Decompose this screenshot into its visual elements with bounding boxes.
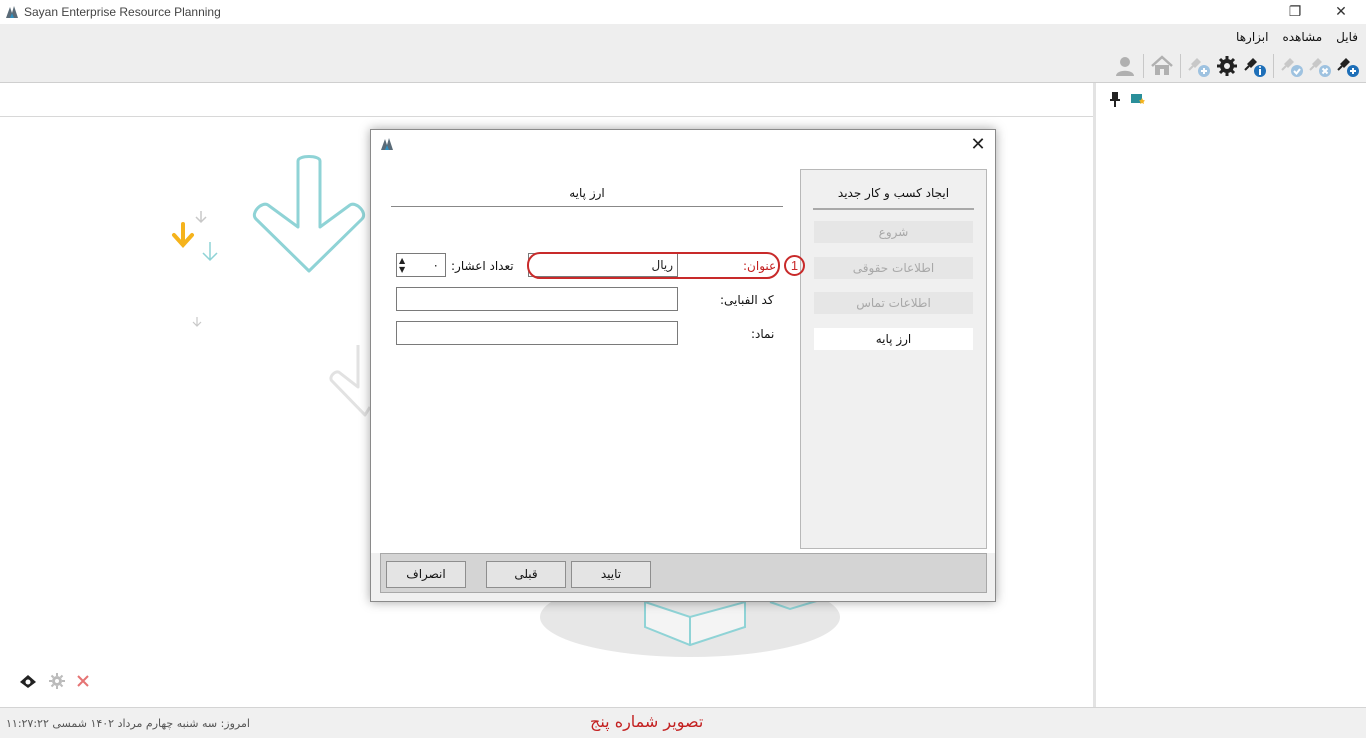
code-input[interactable] xyxy=(396,287,678,311)
toolbar-separator xyxy=(1143,54,1144,78)
bottom-left-tools xyxy=(18,672,90,690)
dialog-body: ایجاد کسب و کار جدید شروع اطلاعات حقوقی … xyxy=(371,160,995,553)
gear-icon[interactable] xyxy=(1215,54,1239,78)
symbol-input[interactable] xyxy=(396,321,678,345)
code-label: کد الفبایی: xyxy=(720,293,774,307)
wizard-title: ایجاد کسب و کار جدید xyxy=(837,186,950,200)
menu-toolbar-area: فایل مشاهده ابزارها xyxy=(0,24,1366,83)
menu-view[interactable]: مشاهده xyxy=(1282,30,1322,44)
dialog-title-bar: ✕ xyxy=(371,130,995,160)
right-side-panel xyxy=(1093,83,1366,707)
sayan-logo-icon xyxy=(6,6,18,18)
figure-caption: تصویر شماره پنج xyxy=(590,712,704,731)
toolbar-separator xyxy=(1180,54,1181,78)
previous-button[interactable]: قبلی xyxy=(486,561,566,588)
title-bar: Sayan Enterprise Resource Planning ❐ ✕ xyxy=(0,0,1366,24)
home-icon[interactable] xyxy=(1150,54,1174,78)
user-icon[interactable] xyxy=(1113,54,1137,78)
dialog-footer: تایید قبلی انصراف xyxy=(380,553,987,593)
spinner-arrows-icon[interactable]: ▲ ▼ xyxy=(399,256,409,274)
wizard-step-base-currency[interactable]: ارز پایه xyxy=(814,328,973,350)
annotation-number: 1 xyxy=(784,255,805,276)
menu-tools[interactable]: ابزارها xyxy=(1236,30,1268,44)
plug-add-gray-icon[interactable] xyxy=(1187,54,1211,78)
dialog-close-button[interactable]: ✕ xyxy=(967,133,989,155)
status-bar: امروز: سه شنبه چهارم مرداد ۱۴۰۲ شمسی ۱۱:… xyxy=(0,707,1366,738)
decimals-label: تعداد اعشار: xyxy=(451,259,514,273)
sayan-logo-icon xyxy=(381,138,393,150)
new-business-wizard-dialog: ✕ ایجاد کسب و کار جدید شروع اطلاعات حقوق… xyxy=(370,129,996,602)
symbol-label: نماد: xyxy=(751,327,775,341)
confirm-button[interactable]: تایید xyxy=(571,561,651,588)
toolbar xyxy=(1113,54,1360,78)
settings-gray-icon[interactable] xyxy=(48,672,66,690)
main-menu: فایل مشاهده ابزارها xyxy=(1236,30,1358,44)
decimals-value: ۰ xyxy=(432,258,439,272)
section-title: ارز پایه xyxy=(569,186,605,200)
annotation-highlight xyxy=(527,252,780,279)
status-date: امروز: سه شنبه چهارم مرداد ۱۴۰۲ شمسی ۱۱:… xyxy=(6,717,250,730)
plug-add-icon[interactable] xyxy=(1336,54,1360,78)
section-divider xyxy=(391,206,783,207)
monitor-star-icon[interactable] xyxy=(1130,92,1146,106)
plug-remove-icon[interactable] xyxy=(1308,54,1332,78)
plug-info-icon[interactable] xyxy=(1243,54,1267,78)
wizard-divider xyxy=(813,208,974,210)
menu-file[interactable]: فایل xyxy=(1336,30,1358,44)
close-button[interactable]: ✕ xyxy=(1318,0,1364,24)
wizard-step-legal-info[interactable]: اطلاعات حقوقی xyxy=(814,257,973,279)
wizard-step-start[interactable]: شروع xyxy=(814,221,973,243)
document-tab-strip xyxy=(0,83,1093,117)
wizard-steps-panel: ایجاد کسب و کار جدید شروع اطلاعات حقوقی … xyxy=(800,169,987,549)
close-red-icon[interactable] xyxy=(76,674,90,688)
toolbar-separator xyxy=(1273,54,1274,78)
pin-icon[interactable] xyxy=(1108,91,1122,107)
window-title: Sayan Enterprise Resource Planning xyxy=(24,5,221,19)
eye-edit-icon[interactable] xyxy=(18,672,38,690)
plug-check-icon[interactable] xyxy=(1280,54,1304,78)
wizard-step-contact-info[interactable]: اطلاعات تماس xyxy=(814,292,973,314)
cancel-button[interactable]: انصراف xyxy=(386,561,466,588)
decimals-spinner[interactable]: ▲ ▼ ۰ xyxy=(396,253,446,277)
restore-button[interactable]: ❐ xyxy=(1272,0,1318,24)
